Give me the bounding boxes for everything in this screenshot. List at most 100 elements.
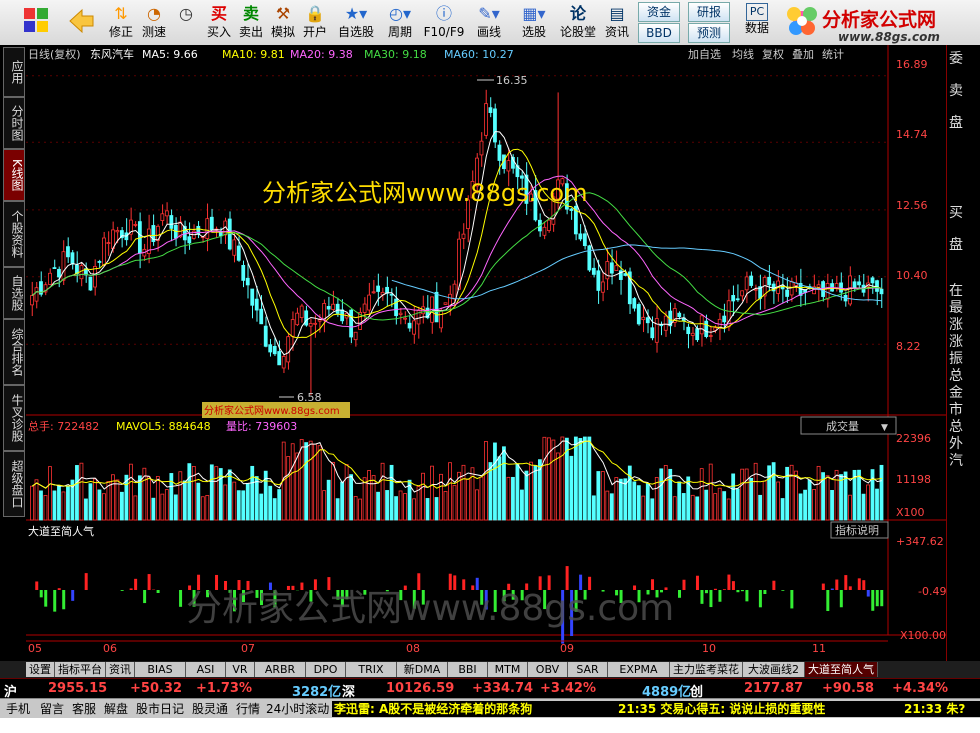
candle: [371, 291, 376, 294]
nav-stock-info[interactable]: 个股资料: [3, 201, 25, 267]
volume-bar: [672, 496, 677, 521]
volume-bar: [753, 462, 758, 521]
volume-bar: [479, 476, 484, 521]
tab-5[interactable]: VR: [226, 662, 255, 677]
adjust-button[interactable]: 复权: [762, 47, 784, 61]
f10-button[interactable]: ⓘ F10/F9: [422, 1, 466, 43]
volume-bar: [690, 494, 695, 521]
tab-11[interactable]: MTM: [488, 662, 528, 677]
back-button[interactable]: [62, 1, 100, 43]
sell-icon: 卖: [242, 4, 259, 23]
quote-sz-change: +334.74: [472, 681, 534, 696]
fund-button[interactable]: 资金: [638, 2, 680, 22]
candle: [331, 303, 336, 310]
add-favorite-button[interactable]: 加自选: [688, 48, 721, 61]
candle: [650, 327, 655, 339]
ma-toggle-button[interactable]: 均线: [732, 47, 754, 61]
candle: [632, 298, 637, 309]
volume-bar: [102, 493, 106, 521]
research-button[interactable]: 研报: [688, 2, 730, 22]
indicator-help-label: 指标说明: [835, 523, 879, 537]
tab-7[interactable]: DPO: [306, 662, 346, 677]
status-service[interactable]: 客服: [72, 701, 96, 717]
candle: [169, 215, 174, 229]
tab-13[interactable]: SAR: [568, 662, 608, 677]
status-diary[interactable]: 股市日记: [136, 701, 184, 717]
tab-2[interactable]: 资讯: [106, 662, 135, 677]
tab-15[interactable]: 主力监考菜花: [670, 662, 743, 677]
speed-dial-button[interactable]: ◷: [170, 1, 202, 43]
status-lingtong[interactable]: 股灵通: [192, 701, 228, 717]
volume-bar: [34, 479, 39, 521]
ma20-label: MA20: 9.38: [290, 48, 353, 61]
volume-bar: [398, 490, 403, 521]
overlay-button[interactable]: 叠加: [792, 48, 814, 61]
candle: [57, 268, 61, 278]
forecast-button[interactable]: 预测: [688, 23, 730, 43]
buy-button[interactable]: 买买入: [204, 1, 234, 43]
tab-1[interactable]: 指标平台: [55, 662, 106, 677]
tab-9[interactable]: 新DMA: [397, 662, 448, 677]
nav-super-quote[interactable]: 超级盘口: [3, 451, 25, 517]
tab-8[interactable]: TRIX: [346, 662, 397, 677]
stock-select-button[interactable]: ▦▾ 选股: [514, 1, 554, 43]
volume-selector-label: 成交量: [826, 419, 859, 433]
candle: [578, 233, 583, 240]
volume-bar: [771, 462, 776, 521]
status-message[interactable]: 留言: [40, 701, 64, 717]
stats-button[interactable]: 统计: [822, 48, 844, 61]
tab-14[interactable]: EXPMA: [608, 662, 670, 677]
status-news-1[interactable]: 李迅雷: A股不是被经济牵着的那条狗: [332, 701, 614, 717]
tab-16[interactable]: 大波画线2: [743, 662, 805, 677]
speed-test-button[interactable]: ◔ 测速: [138, 1, 170, 43]
volume-bar: [290, 443, 295, 521]
status-news-3[interactable]: 21:33 朱?: [904, 701, 980, 717]
tab-0[interactable]: 设置: [26, 662, 55, 677]
nav-ranking[interactable]: 综合排名: [3, 319, 25, 385]
status-analysis[interactable]: 解盘: [104, 701, 128, 717]
xlabel-2: 07: [241, 642, 255, 655]
volume-bar: [461, 464, 466, 521]
status-news-2[interactable]: 21:35 交易心得五: 说说止损的重要性: [614, 701, 904, 717]
simulate-button[interactable]: ⚒ 模拟: [268, 1, 298, 43]
open-account-button[interactable]: 🔒 开户: [300, 1, 330, 43]
candle: [704, 320, 709, 337]
nav-diagnosis[interactable]: 牛叉诊股: [3, 385, 25, 451]
nav-intraday[interactable]: 分时图: [3, 97, 25, 149]
timer-icon: ◷: [179, 4, 193, 23]
candle: [52, 267, 57, 269]
data-button[interactable]: PC 数据: [740, 1, 774, 43]
news-button[interactable]: ▤ 资讯: [600, 1, 634, 43]
xlabel-5: 10: [702, 642, 716, 655]
nav-apps[interactable]: 应用: [3, 47, 25, 97]
bbd-button[interactable]: BBD: [638, 23, 680, 43]
period-button[interactable]: ◴▾ 周期: [380, 1, 420, 43]
tab-4[interactable]: ASI: [186, 662, 226, 677]
kline-chart[interactable]: 日线(复权) 东风汽车 MA5: 9.66 MA10: 9.81 MA20: 9…: [26, 45, 946, 661]
tab-6[interactable]: ARBR: [255, 662, 306, 677]
tab-12[interactable]: OBV: [528, 662, 568, 677]
nav-kline[interactable]: K线图: [3, 149, 25, 201]
tab-17[interactable]: 大道至简人气: [805, 662, 878, 677]
tab-3[interactable]: BIAS: [135, 662, 186, 677]
fix-button[interactable]: ⇅ 修正: [104, 1, 138, 43]
status-rolling[interactable]: 24小时滚动: [266, 701, 329, 717]
status-market[interactable]: 行情: [236, 701, 260, 717]
candle: [308, 323, 313, 327]
nav-favorites[interactable]: 自选股: [3, 267, 25, 319]
app-menu-icon[interactable]: [20, 1, 52, 43]
favorites-button[interactable]: ★▾ 自选股: [336, 1, 376, 43]
right-panel-char: 外: [949, 436, 963, 452]
status-mobile[interactable]: 手机: [6, 701, 30, 717]
sell-button[interactable]: 卖卖出: [236, 1, 266, 43]
watermark-small: 分析家公式网www.88gs.com: [204, 404, 340, 417]
volume-bar: [84, 498, 88, 521]
xlabel-3: 08: [406, 642, 420, 655]
candle: [636, 304, 641, 325]
draw-button[interactable]: ✎▾ 画线: [470, 1, 508, 43]
tab-10[interactable]: BBI: [448, 662, 488, 677]
volume-bar: [654, 477, 659, 521]
forum-button[interactable]: 论论股堂: [558, 1, 598, 43]
candle: [749, 275, 754, 286]
volume-bar: [416, 486, 421, 521]
